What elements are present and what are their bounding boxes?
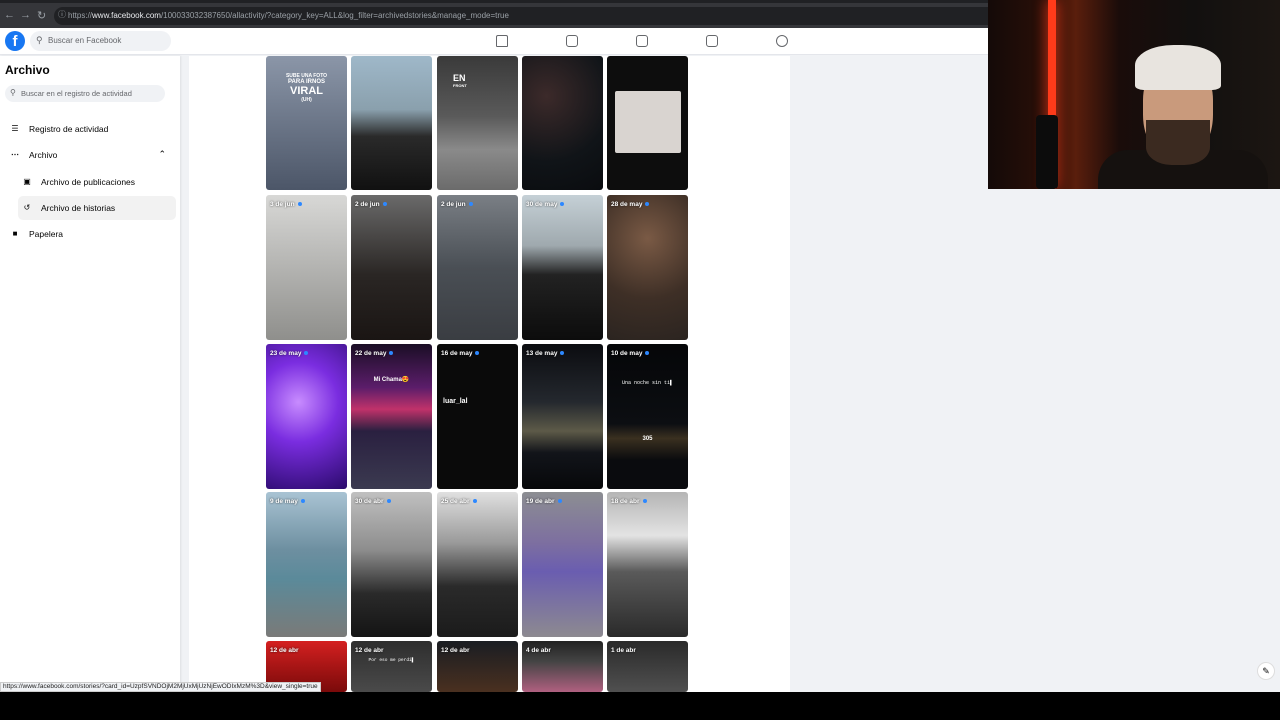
archive-box-icon: ▣ <box>23 177 31 186</box>
story-card[interactable]: 4 de abr <box>522 641 603 692</box>
sidebar-item-posts-archive[interactable]: ▣ Archivo de publicaciones <box>18 170 176 194</box>
groups-icon[interactable] <box>776 35 788 47</box>
story-text: (UH) <box>301 97 312 103</box>
link-status-bar: https://www.facebook.com/stories/?card_i… <box>0 682 321 692</box>
search-placeholder: Buscar en Facebook <box>48 36 122 45</box>
chevron-up-icon[interactable]: ⌃ <box>158 149 166 160</box>
story-date: 9 de may <box>270 498 305 505</box>
story-date: 3 de jun <box>270 201 302 208</box>
story-date: 19 de abr <box>526 498 562 505</box>
list-icon: ☰ <box>11 124 19 133</box>
story-date: 12 de abr <box>355 647 384 654</box>
story-date: 25 de abr <box>441 498 477 505</box>
story-photo <box>615 91 681 153</box>
story-card[interactable]: 3 de jun <box>266 195 347 340</box>
history-icon: ↺ <box>23 203 31 212</box>
sidebar-item-trash[interactable]: ■ Papelera <box>4 222 176 246</box>
story-card[interactable]: 12 de abr Por eso me perdí▌ <box>351 641 432 692</box>
story-text: 305 <box>642 436 653 442</box>
sidebar-item-label: Registro de actividad <box>29 124 109 134</box>
trash-icon: ■ <box>12 229 18 238</box>
story-card[interactable]: 22 de may Mi Chama😍 <box>351 344 432 489</box>
new-message-button[interactable]: ✎ <box>1257 662 1275 680</box>
story-card[interactable]: 30 de abr <box>351 492 432 637</box>
story-date: 12 de abr <box>270 647 299 654</box>
story-card[interactable]: 2 de jun <box>351 195 432 340</box>
story-card[interactable] <box>522 56 603 190</box>
story-card[interactable]: 9 de may <box>266 492 347 637</box>
story-date: 22 de may <box>355 350 394 357</box>
story-card[interactable]: 25 de abr <box>437 492 518 637</box>
sidebar-item-label: Archivo de historias <box>41 203 116 213</box>
story-card[interactable] <box>607 56 688 190</box>
story-card[interactable]: 23 de may <box>266 344 347 489</box>
story-date: 2 de jun <box>441 201 473 208</box>
story-card[interactable]: 12 de abr <box>437 641 518 692</box>
edit-icon: ✎ <box>1262 666 1270 676</box>
facebook-search[interactable]: ⚲ Buscar en Facebook <box>30 31 171 51</box>
sidebar-item-label: Archivo de publicaciones <box>41 177 136 187</box>
reload-icon[interactable]: ↻ <box>37 9 46 22</box>
story-text: VIRAL <box>290 85 323 97</box>
home-icon[interactable] <box>496 35 508 47</box>
story-card[interactable] <box>351 56 432 190</box>
microphone <box>1036 115 1058 189</box>
story-card[interactable]: 2 de jun <box>437 195 518 340</box>
sidebar-item-stories-archive[interactable]: ↺ Archivo de historias <box>18 196 176 220</box>
story-card[interactable]: 18 de abr <box>607 492 688 637</box>
story-date: 4 de abr <box>526 647 551 654</box>
more-icon: ⋯ <box>11 150 19 159</box>
person-beard <box>1146 120 1210 165</box>
search-icon: ⚲ <box>10 88 16 97</box>
story-date: 1 de abr <box>611 647 636 654</box>
story-date: 30 de abr <box>355 498 391 505</box>
story-card[interactable]: 10 de may Una noche sin ti▌ 305 <box>607 344 688 489</box>
story-date: 18 de abr <box>611 498 647 505</box>
video-icon[interactable] <box>566 35 578 47</box>
story-text: EN <box>453 73 466 83</box>
story-date: 12 de abr <box>441 647 470 654</box>
taskbar-area <box>0 692 1280 720</box>
marketplace-icon[interactable] <box>706 35 718 47</box>
story-card[interactable]: SUBE UNA FOTO PARA IRNOS VIRAL (UH) <box>266 56 347 190</box>
forward-icon[interactable]: → <box>20 9 31 21</box>
story-text: Una noche sin ti▌ <box>621 380 673 386</box>
activity-search[interactable]: ⚲ Buscar en el registro de actividad <box>5 85 165 102</box>
story-text: FRONT <box>453 83 467 88</box>
activity-search-placeholder: Buscar en el registro de actividad <box>21 89 132 98</box>
story-text: luar_lal <box>443 398 468 405</box>
story-date: 30 de may <box>526 201 565 208</box>
page-title: Archivo <box>5 63 50 77</box>
story-date: 16 de may <box>441 350 480 357</box>
sidebar-item-label: Archivo <box>29 150 58 160</box>
story-card[interactable]: 16 de may luar_lal <box>437 344 518 489</box>
story-card[interactable]: 1 de abr <box>607 641 688 692</box>
person-cap <box>1135 45 1221 90</box>
story-card[interactable]: EN FRONT <box>437 56 518 190</box>
story-card[interactable]: 30 de may <box>522 195 603 340</box>
story-date: 28 de may <box>611 201 650 208</box>
sidebar-item-activity-log[interactable]: ☰ Registro de actividad <box>4 117 176 141</box>
sidebar-item-archive[interactable]: ⋯ Archivo ⌃ <box>4 143 176 167</box>
story-date: 23 de may <box>270 350 309 357</box>
screen: ← → ↻ ⓘ https://www.facebook.com/1000330… <box>0 0 1280 720</box>
facebook-logo[interactable]: f <box>5 31 25 51</box>
webcam-overlay <box>988 0 1280 189</box>
story-date: 2 de jun <box>355 201 387 208</box>
story-text: Mi Chama😍 <box>373 377 410 383</box>
story-card[interactable]: 19 de abr <box>522 492 603 637</box>
site-info-icon[interactable]: ⓘ <box>58 9 66 20</box>
story-card[interactable]: 13 de may <box>522 344 603 489</box>
story-text: Por eso me perdí▌ <box>368 658 415 663</box>
reels-icon[interactable] <box>636 35 648 47</box>
sidebar-item-label: Papelera <box>29 229 64 239</box>
url-text: https://www.facebook.com/100033032387650… <box>68 11 509 20</box>
story-date: 13 de may <box>526 350 565 357</box>
story-card[interactable]: 28 de may <box>607 195 688 340</box>
back-icon[interactable]: ← <box>4 9 15 21</box>
story-date: 10 de may <box>611 350 650 357</box>
search-icon: ⚲ <box>36 35 43 45</box>
